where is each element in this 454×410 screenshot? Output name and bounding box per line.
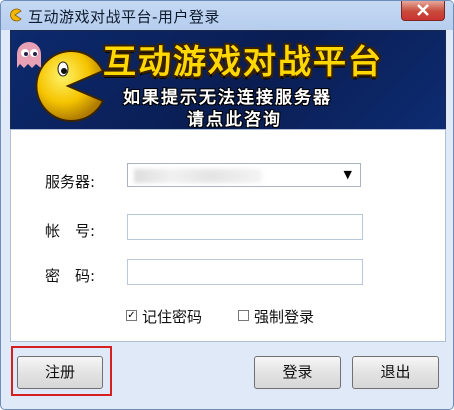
force-login-checkbox[interactable] xyxy=(238,310,249,321)
register-button[interactable]: 注册 xyxy=(17,356,103,389)
banner-consult-link[interactable]: 请点此咨询 xyxy=(187,105,282,129)
close-button[interactable] xyxy=(401,1,445,21)
login-button[interactable]: 登录 xyxy=(254,356,341,389)
title-bar[interactable]: 互动游戏对战平台-用户登录 xyxy=(1,1,453,30)
close-icon xyxy=(417,4,429,16)
account-input[interactable] xyxy=(127,214,363,240)
server-select[interactable]: ▼ xyxy=(127,163,361,187)
server-value-redacted xyxy=(134,169,262,183)
dropdown-arrow-icon[interactable]: ▼ xyxy=(344,168,352,181)
pacman-mascot-icon xyxy=(35,50,105,122)
remember-password-label[interactable]: 记住密码 xyxy=(142,306,202,327)
window-title: 互动游戏对战平台-用户登录 xyxy=(28,8,220,26)
password-label: 密 码: xyxy=(45,267,96,285)
login-window: 互动游戏对战平台-用户登录 互动游戏对战平台 如果提示无法连接服务器 请点此咨询… xyxy=(0,0,454,410)
remember-password-checkbox[interactable]: ✓ xyxy=(126,310,137,321)
exit-button[interactable]: 退出 xyxy=(352,356,439,389)
password-input[interactable] xyxy=(127,259,363,285)
banner-title: 互动游戏对战平台 xyxy=(103,42,383,81)
pacman-icon xyxy=(10,8,22,22)
account-label: 帐 号: xyxy=(45,222,96,240)
server-label: 服务器: xyxy=(45,173,96,191)
support-banner[interactable]: 互动游戏对战平台 如果提示无法连接服务器 请点此咨询 xyxy=(10,30,446,130)
force-login-label[interactable]: 强制登录 xyxy=(254,306,314,327)
